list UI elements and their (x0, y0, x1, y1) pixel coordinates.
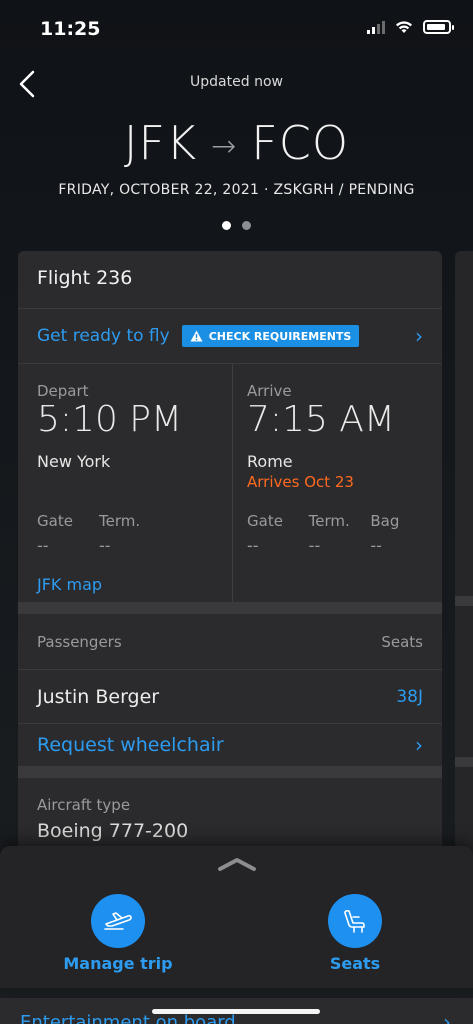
request-wheelchair-row[interactable]: Request wheelchair › (18, 724, 442, 778)
divider (455, 596, 473, 606)
status-time: 11:25 (40, 18, 101, 40)
page-dot-1[interactable] (222, 221, 231, 230)
arrive-city: Rome (247, 452, 293, 471)
get-ready-link[interactable]: Get ready to fly (37, 326, 170, 346)
terminal-label: Term. (308, 512, 350, 530)
check-requirements-label: CHECK REQUIREMENTS (208, 329, 352, 343)
depart-time: 5:10 PM (37, 399, 183, 440)
next-card-peek[interactable] (455, 251, 473, 891)
chevron-right-icon: › (415, 733, 423, 757)
jfk-map-link[interactable]: JFK map (37, 575, 102, 594)
passenger-row[interactable]: Justin Berger 38J (18, 670, 442, 724)
seats-action-label: Seats (329, 954, 381, 973)
flight-title: Flight 236 (18, 251, 442, 309)
arrive-terminal: -- (308, 536, 321, 555)
trip-subtitle: FRIDAY, OCTOBER 22, 2021 · ZSKGRH / PEND… (58, 182, 415, 198)
airplane-icon (91, 894, 145, 948)
sheet-handle[interactable] (217, 856, 257, 871)
flight-times: Depart 5:10 PM New York Gate -- Term. --… (18, 364, 442, 614)
bag-claim: -- (370, 536, 382, 555)
seats-button[interactable]: Seats (285, 894, 425, 973)
chevron-up-icon (218, 858, 256, 871)
depart-city: New York (37, 452, 111, 471)
manage-trip-button[interactable]: Manage trip (48, 894, 188, 973)
check-requirements-badge[interactable]: CHECK REQUIREMENTS (181, 325, 360, 347)
aircraft-type-label: Aircraft type (37, 796, 131, 814)
destination-code: FCO (251, 116, 350, 170)
wifi-icon (396, 21, 412, 33)
gate-label: Gate (247, 512, 283, 530)
arrive-gate: -- (247, 536, 259, 555)
passengers-label: Passengers (37, 632, 122, 651)
arrive-section: Arrive 7:15 AM Rome Arrives Oct 23 Gate … (233, 364, 442, 602)
battery-icon (423, 20, 454, 34)
passenger-seat[interactable]: 38J (396, 687, 423, 707)
aircraft-type-value: Boeing 777-200 (37, 820, 189, 842)
warning-icon (190, 330, 203, 342)
depart-label: Depart (37, 382, 89, 400)
page-dot-2[interactable] (242, 221, 251, 230)
cellular-signal-icon (367, 20, 385, 34)
bottom-action-sheet: Manage trip Seats (0, 846, 473, 988)
chevron-right-icon: › (415, 324, 423, 348)
arrival-date-note: Arrives Oct 23 (247, 473, 354, 491)
depart-section: Depart 5:10 PM New York Gate -- Term. --… (18, 364, 233, 602)
get-ready-row[interactable]: Get ready to fly CHECK REQUIREMENTS › (18, 309, 442, 364)
status-icons (367, 20, 454, 34)
divider (455, 757, 473, 767)
gate-label: Gate (37, 512, 73, 530)
flight-card: Flight 236 Get ready to fly CHECK REQUIR… (18, 251, 442, 891)
depart-gate-info: Gate -- Term. -- (37, 512, 222, 555)
depart-gate: -- (37, 536, 49, 555)
terminal-label: Term. (99, 512, 141, 530)
seats-label: Seats (381, 632, 423, 651)
manage-trip-label: Manage trip (63, 954, 173, 973)
passenger-name: Justin Berger (37, 685, 160, 708)
route-arrow-icon: → (211, 129, 238, 164)
seat-icon (328, 894, 382, 948)
arrive-time: 7:15 AM (247, 399, 395, 440)
arrive-label: Arrive (247, 382, 292, 400)
passengers-header: Passengers Seats (18, 614, 442, 670)
route-title: JFK → FCO (0, 116, 473, 170)
updated-status: Updated now (190, 74, 283, 90)
status-bar: 11:25 (0, 0, 473, 56)
origin-code: JFK (123, 116, 198, 170)
home-indicator[interactable] (152, 1009, 320, 1014)
bag-label: Bag (370, 512, 400, 530)
chevron-right-icon: › (443, 1010, 451, 1024)
page-indicator[interactable] (0, 221, 473, 230)
depart-terminal: -- (99, 536, 111, 555)
request-wheelchair-link[interactable]: Request wheelchair (37, 734, 224, 756)
arrive-gate-info: Gate -- Term. -- Bag -- (247, 512, 432, 555)
